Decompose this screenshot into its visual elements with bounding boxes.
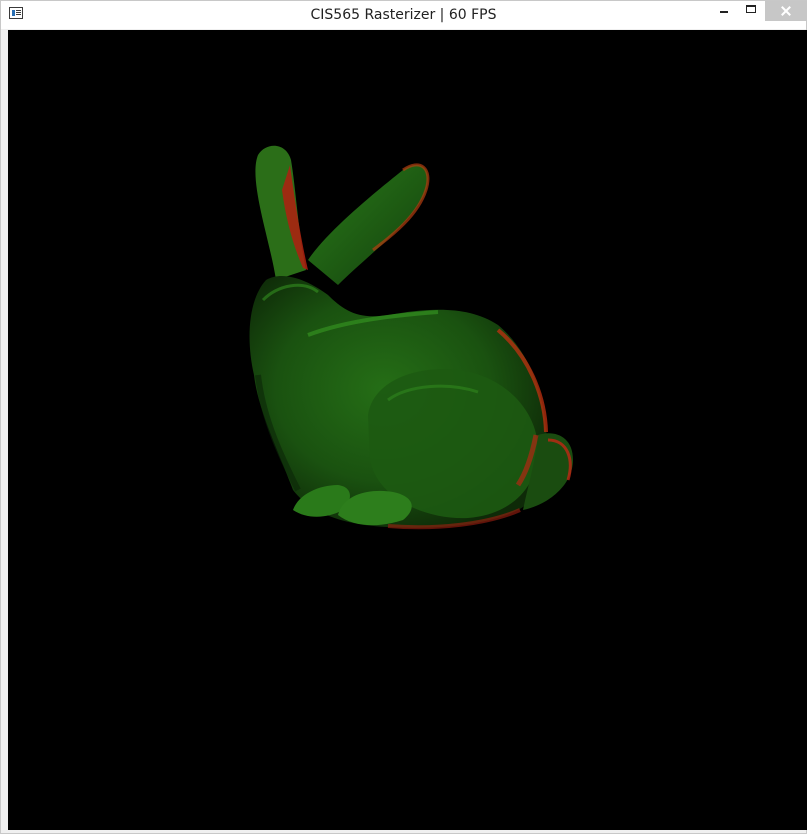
close-button[interactable] [765, 1, 807, 21]
render-viewport[interactable] [8, 30, 807, 830]
window-title: CIS565 Rasterizer | 60 FPS [310, 7, 497, 23]
bunny-back-ear [308, 164, 428, 285]
minimize-icon [720, 11, 728, 13]
minimize-button[interactable] [709, 1, 737, 21]
stanford-bunny-render [249, 145, 573, 530]
maximize-icon [746, 5, 756, 13]
maximize-button[interactable] [737, 1, 765, 21]
bunny-front-ear [255, 145, 306, 280]
app-window: CIS565 Rasterizer | 60 FPS [0, 0, 807, 834]
title-bar[interactable]: CIS565 Rasterizer | 60 FPS [1, 1, 807, 29]
